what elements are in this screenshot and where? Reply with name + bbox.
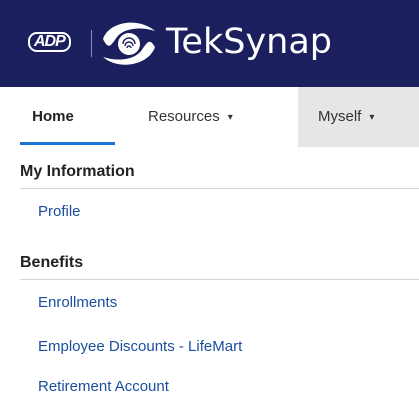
tab-resources[interactable]: Resources ▾ (148, 87, 233, 147)
active-tab-indicator (20, 142, 115, 145)
chevron-down-icon: ▾ (227, 112, 233, 123)
tab-resources-label: Resources (148, 108, 220, 125)
top-header-bar: ADP TekSynap (0, 0, 419, 87)
tab-home[interactable]: Home (0, 87, 106, 147)
main-nav: Home Resources ▾ Myself ▾ (0, 87, 419, 147)
tab-myself[interactable]: Myself ▾ (298, 87, 419, 147)
section-divider (20, 188, 419, 189)
chevron-down-icon: ▾ (369, 112, 375, 123)
tab-myself-label: Myself (318, 108, 362, 125)
teksynap-logo-icon (103, 22, 155, 65)
logo-divider (91, 30, 92, 57)
link-profile[interactable]: Profile (38, 202, 81, 222)
section-divider (20, 279, 419, 280)
section-header-benefits: Benefits (20, 254, 84, 271)
adp-logo: ADP (28, 32, 71, 52)
link-employee-discounts[interactable]: Employee Discounts - LifeMart (38, 337, 242, 357)
link-retirement-account[interactable]: Retirement Account (38, 377, 169, 397)
brand-name: TekSynap (166, 22, 333, 62)
section-header-my-information: My Information (20, 163, 135, 180)
tab-home-label: Home (32, 108, 74, 125)
link-enrollments[interactable]: Enrollments (38, 293, 117, 313)
